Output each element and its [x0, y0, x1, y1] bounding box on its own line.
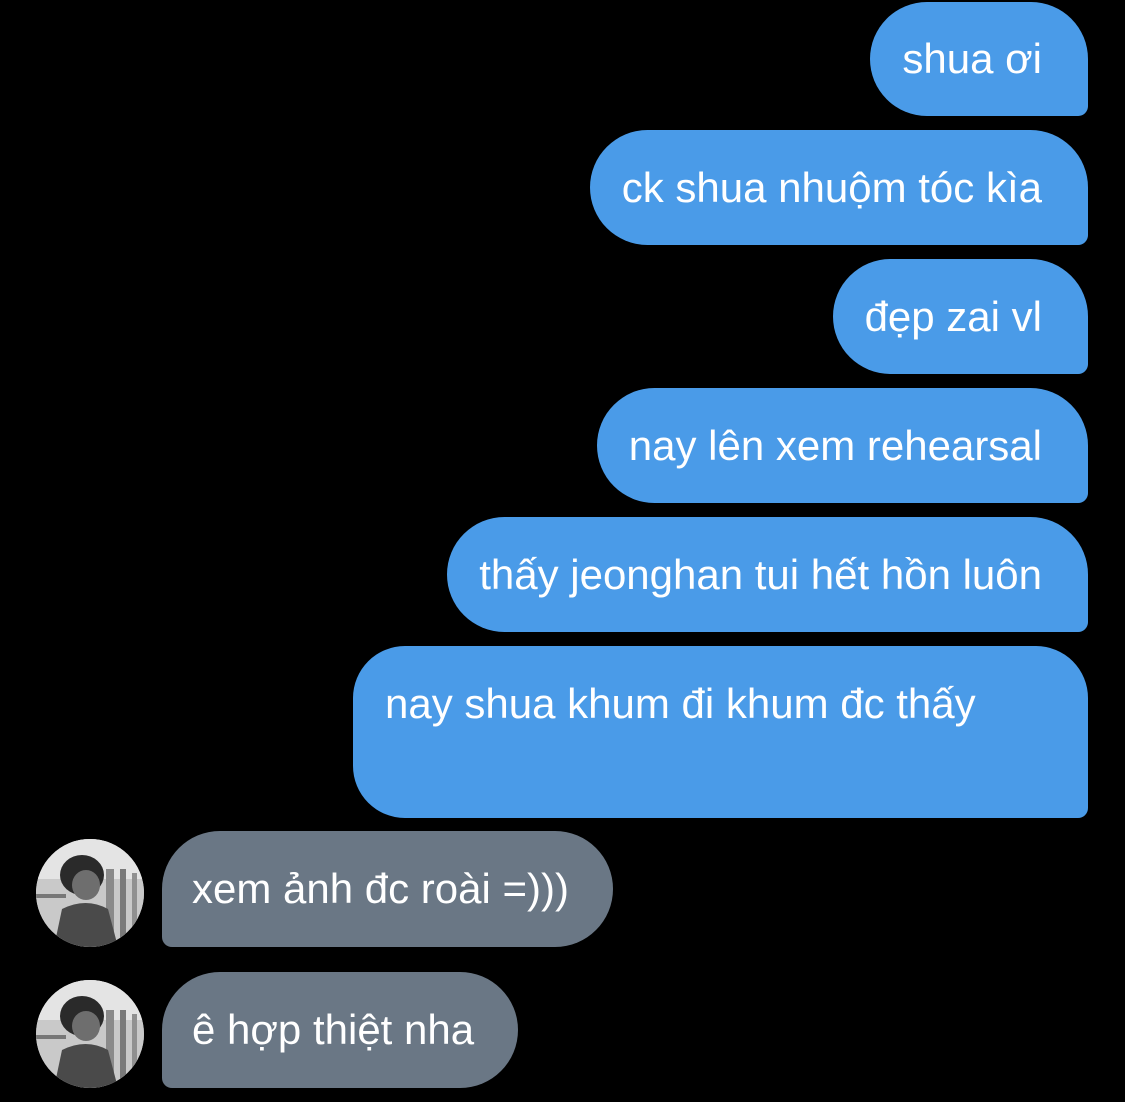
- message-text: xem ảnh đc roài =))): [192, 865, 569, 912]
- message-text: ck shua nhuộm tóc kìa: [621, 164, 1042, 211]
- message-text: thấy jeonghan tui hết hồn luôn: [479, 551, 1042, 598]
- message-text: shua ơi: [902, 35, 1042, 82]
- sent-message-bubble[interactable]: nay lên xem rehearsal: [596, 388, 1088, 503]
- contact-avatar-photo-icon: [36, 980, 144, 1088]
- sent-message-bubble[interactable]: đẹp zai vl: [832, 259, 1088, 374]
- sent-message-bubble[interactable]: shua ơi: [870, 2, 1088, 116]
- sent-message-bubble[interactable]: ck shua nhuộm tóc kìa: [589, 130, 1088, 245]
- message-text: ê hợp thiệt nha: [192, 1006, 475, 1053]
- contact-avatar[interactable]: [36, 839, 144, 947]
- sent-message-bubble[interactable]: nay shua khum đi khum đc thấy: [353, 646, 1088, 818]
- message-text: nay shua khum đi khum đc thấy: [385, 680, 976, 727]
- message-text: đẹp zai vl: [864, 293, 1042, 340]
- contact-avatar-photo-icon: [36, 839, 144, 947]
- message-text: nay lên xem rehearsal: [628, 422, 1042, 469]
- received-message-bubble[interactable]: xem ảnh đc roài =))): [162, 831, 613, 947]
- contact-avatar[interactable]: [36, 980, 144, 1088]
- sent-message-bubble[interactable]: thấy jeonghan tui hết hồn luôn: [447, 517, 1088, 632]
- received-message-bubble[interactable]: ê hợp thiệt nha: [162, 972, 519, 1088]
